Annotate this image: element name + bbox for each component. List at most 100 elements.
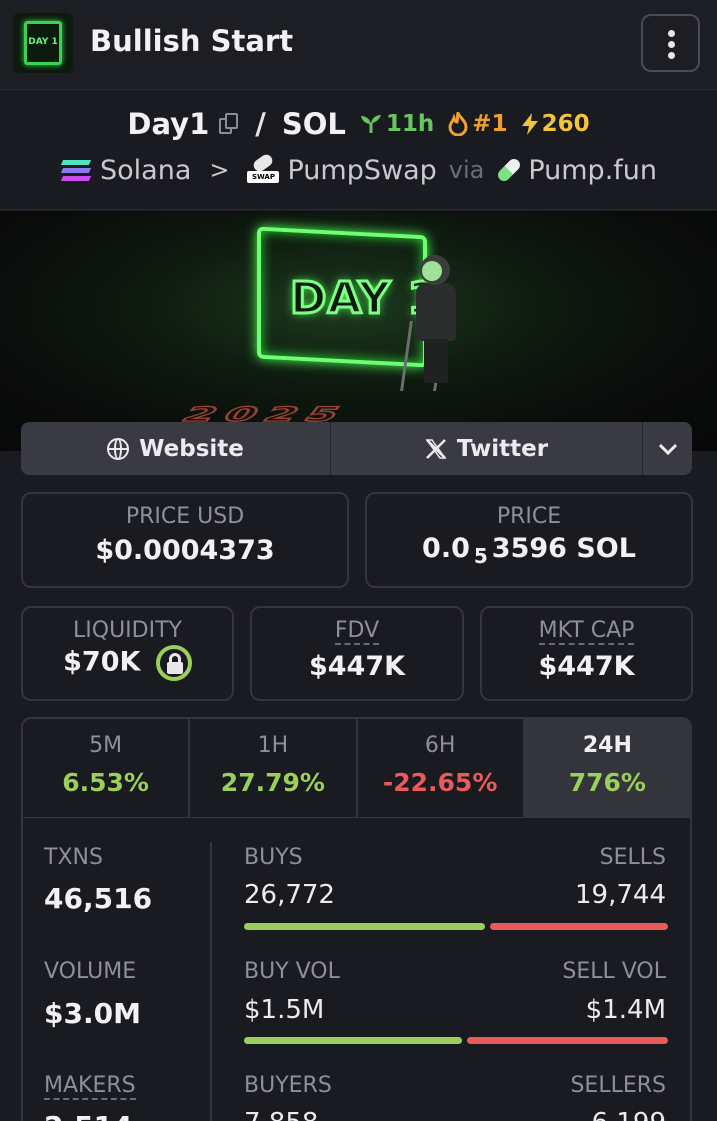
- buys-value: 26,772: [244, 880, 335, 910]
- price-native-card: PRICE 0.0 5 3596 SOL: [365, 492, 693, 588]
- logo-text: DAY 1: [28, 37, 58, 47]
- pair-title-row: Day1 / SOL 11h #1 260: [0, 106, 717, 142]
- sellers-label: SELLERS: [570, 1073, 666, 1098]
- buys-bar: [244, 923, 485, 930]
- makers-value: 2,514: [44, 1110, 133, 1121]
- pair-separator: /: [255, 107, 266, 141]
- liquidity-label: LIQUIDITY: [73, 618, 182, 643]
- market-cap-card: MKT CAP $447K: [480, 606, 693, 701]
- market-cap-label: MKT CAP: [538, 618, 635, 645]
- tab-label: 5M: [89, 733, 123, 758]
- trending-rank[interactable]: #1: [448, 111, 508, 137]
- price-native-label: PRICE: [496, 504, 562, 529]
- price-native-zero-count: 5: [473, 544, 488, 568]
- copy-icon[interactable]: [219, 113, 239, 135]
- tab-5m[interactable]: 5M 6.53%: [23, 719, 191, 817]
- pair-age: 11h: [360, 111, 434, 137]
- pumpswap-icon-label: SWAP: [247, 171, 280, 183]
- buyers-label: BUYERS: [244, 1073, 332, 1098]
- sells-label: SELLS: [599, 845, 666, 870]
- sell-vol-bar: [467, 1037, 668, 1044]
- timeframe-tabs: 5M 6.53% 1H 27.79% 6H -22.65% 24H 776%: [21, 717, 692, 818]
- pumpswap-icon: SWAP: [247, 152, 280, 185]
- chain-link[interactable]: Solana: [100, 155, 191, 186]
- breadcrumb: Solana > SWAP PumpSwap via Pump.fun: [0, 152, 717, 188]
- social-links-bar: Website Twitter: [21, 422, 692, 475]
- tab-1h[interactable]: 1H 27.79%: [190, 719, 358, 817]
- base-symbol: Day1: [127, 107, 210, 141]
- tab-24h[interactable]: 24H 776%: [524, 719, 690, 817]
- more-menu-button[interactable]: [641, 14, 700, 72]
- seedling-icon: [360, 115, 381, 133]
- lock-icon[interactable]: [155, 645, 192, 681]
- globe-icon: [107, 437, 130, 460]
- sells-bar: [490, 923, 668, 930]
- stats-panel: TXNS 46,516 BUYS 26,772 SELLS 19,744 VOL…: [21, 818, 692, 1121]
- fdv-value: $447K: [308, 651, 406, 682]
- character-illustration: [410, 255, 458, 385]
- price-native-value: 0.0 5 3596 SOL: [367, 533, 691, 568]
- price-usd-card: PRICE USD $0.0004373: [21, 492, 349, 588]
- boost-count-value: 260: [541, 111, 590, 137]
- sells-value: 19,744: [575, 880, 666, 910]
- price-usd-value: $0.0004373: [95, 535, 275, 566]
- website-label: Website: [139, 435, 244, 462]
- menu-dot-icon: [668, 30, 675, 37]
- buys-label: BUYS: [244, 845, 303, 870]
- liquidity-row: $70K: [23, 645, 232, 681]
- lightning-icon: [521, 113, 538, 135]
- sell-vol-label: SELL VOL: [562, 959, 666, 984]
- tab-change: 776%: [568, 768, 646, 797]
- solana-icon: [60, 158, 92, 182]
- buy-vol-bar: [244, 1037, 462, 1044]
- flame-icon: [448, 112, 468, 136]
- tab-label: 24H: [582, 733, 632, 758]
- token-logo: DAY 1: [13, 13, 73, 73]
- stats-divider: [210, 842, 212, 1121]
- tab-change: 6.53%: [62, 768, 149, 797]
- buyers-value: 7,858: [244, 1108, 318, 1121]
- pumpfun-icon: [495, 156, 523, 184]
- makers-label[interactable]: MAKERS: [44, 1073, 136, 1100]
- menu-dot-icon: [668, 52, 675, 59]
- price-native-prefix: 0.0: [422, 533, 470, 564]
- buy-vol-value: $1.5M: [244, 995, 325, 1025]
- tab-label: 1H: [257, 733, 289, 758]
- pair-header: Day1 / SOL 11h #1 260 Solana > SWAP Pump…: [0, 90, 717, 210]
- txns-label: TXNS: [44, 845, 103, 870]
- price-usd-label: PRICE USD: [125, 504, 245, 529]
- via-label: via: [448, 156, 485, 184]
- launchpad-link[interactable]: Pump.fun: [528, 155, 657, 186]
- chevron-down-icon: [658, 443, 677, 455]
- buy-vol-label: BUY VOL: [244, 959, 340, 984]
- more-links-button[interactable]: [643, 422, 692, 475]
- sellers-value: 6,199: [592, 1108, 666, 1121]
- volume-value: $3.0M: [44, 997, 141, 1030]
- sell-vol-value: $1.4M: [585, 995, 666, 1025]
- boost-count[interactable]: 260: [520, 111, 590, 137]
- quote-symbol: SOL: [281, 107, 346, 141]
- x-logo-icon: [425, 438, 447, 459]
- market-cap-label-wrap[interactable]: MKT CAP: [482, 618, 691, 645]
- fdv-label: FDV: [334, 618, 380, 645]
- tab-label: 6H: [424, 733, 456, 758]
- twitter-button[interactable]: Twitter: [331, 422, 643, 475]
- price-native-digits: 3596 SOL: [491, 533, 636, 564]
- top-bar: DAY 1 Bullish Start: [0, 0, 717, 90]
- dex-link[interactable]: PumpSwap: [287, 155, 436, 186]
- tab-change: -22.65%: [382, 768, 498, 797]
- trending-rank-value: #1: [472, 111, 508, 137]
- market-cap-value: $447K: [538, 651, 635, 682]
- page-title: Bullish Start: [90, 24, 294, 58]
- fdv-label-wrap[interactable]: FDV: [252, 618, 462, 645]
- volume-label: VOLUME: [44, 959, 137, 984]
- fdv-card: FDV $447K: [250, 606, 464, 701]
- liquidity-value: $70K: [63, 646, 141, 678]
- chevron-right-icon: >: [209, 156, 230, 184]
- pair-age-value: 11h: [385, 111, 435, 137]
- header-banner-image: DAY 1 2025: [0, 211, 717, 451]
- website-button[interactable]: Website: [21, 422, 331, 475]
- menu-dot-icon: [668, 41, 675, 48]
- tab-6h[interactable]: 6H -22.65%: [358, 719, 525, 817]
- twitter-label: Twitter: [456, 435, 549, 462]
